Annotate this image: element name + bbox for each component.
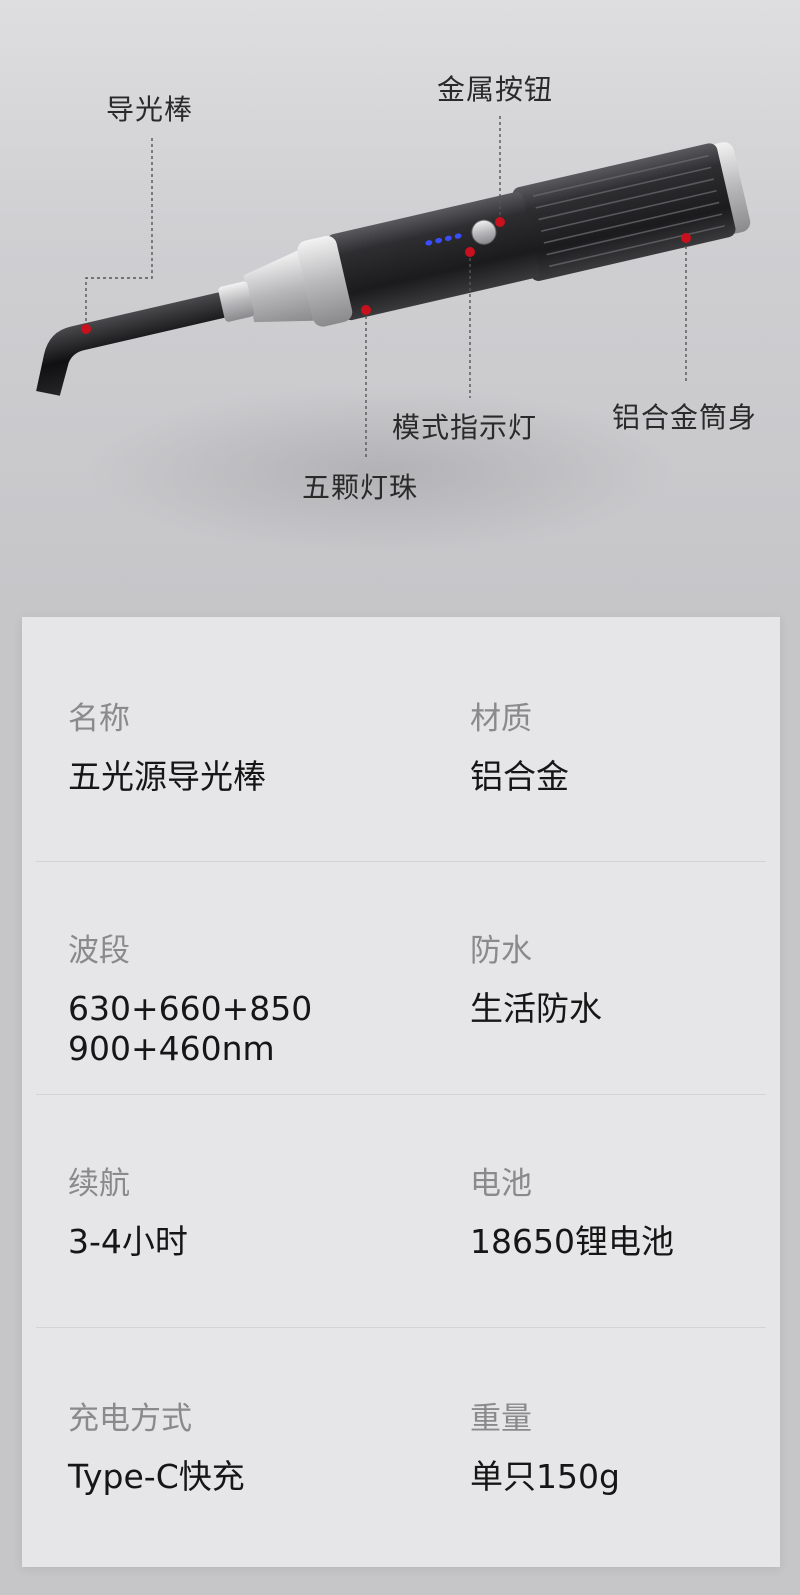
spec-label: 续航: [68, 1166, 130, 1202]
spec-label: 材质: [470, 701, 532, 737]
spec-wavelength: 波段 630+660+850 900+460nm: [68, 931, 312, 1069]
callout-aluminum-body: 铝合金筒身: [612, 401, 758, 434]
spec-battery: 电池 18650锂电池: [470, 1164, 674, 1262]
spec-waterproof: 防水 生活防水: [470, 931, 602, 1029]
callout-mode-indicator: 模式指示灯: [392, 411, 538, 444]
spec-material: 材质 铝合金: [470, 699, 569, 797]
spec-row: 波段 630+660+850 900+460nm 防水 生活防水: [22, 861, 780, 1094]
spec-value-line2: 900+460nm: [68, 1029, 275, 1068]
spec-weight: 重量 单只150g: [470, 1399, 620, 1497]
light-rod: [36, 292, 225, 396]
spec-card: 名称 五光源导光棒 材质 铝合金 波段 630+660+850 900+460n…: [22, 617, 780, 1567]
spec-row: 充电方式 Type-C快充 重量 单只150g: [22, 1327, 780, 1567]
spec-value: 630+660+850: [68, 989, 313, 1028]
main-body: [327, 191, 541, 321]
spec-value: 3-4小时: [68, 1222, 188, 1261]
spec-label: 充电方式: [68, 1401, 192, 1437]
spec-label: 重量: [470, 1401, 532, 1437]
spec-charging: 充电方式 Type-C快充: [68, 1399, 245, 1497]
spec-row: 续航 3-4小时 电池 18650锂电池: [22, 1094, 780, 1327]
spec-label: 防水: [470, 933, 532, 969]
callout-light-rod: 导光棒: [106, 93, 194, 126]
product-hero: 导光棒 金属按钮 模式指示灯 铝合金筒身 五颗灯珠: [0, 0, 800, 600]
spec-value: Type-C快充: [68, 1457, 245, 1496]
spec-value: 生活防水: [470, 989, 602, 1028]
spec-label: 波段: [68, 933, 130, 969]
callout-five-leds: 五颗灯珠: [302, 471, 419, 504]
spec-label: 名称: [68, 701, 130, 737]
spec-value: 单只150g: [470, 1457, 620, 1496]
spec-value: 铝合金: [470, 757, 569, 796]
spec-runtime: 续航 3-4小时: [68, 1164, 188, 1262]
callout-metal-button: 金属按钮: [437, 73, 554, 106]
spec-row: 名称 五光源导光棒 材质 铝合金: [22, 617, 780, 849]
spec-label: 电池: [470, 1166, 532, 1202]
spec-value: 五光源导光棒: [68, 757, 266, 796]
spec-name: 名称 五光源导光棒: [68, 699, 266, 797]
spec-value: 18650锂电池: [470, 1222, 674, 1261]
